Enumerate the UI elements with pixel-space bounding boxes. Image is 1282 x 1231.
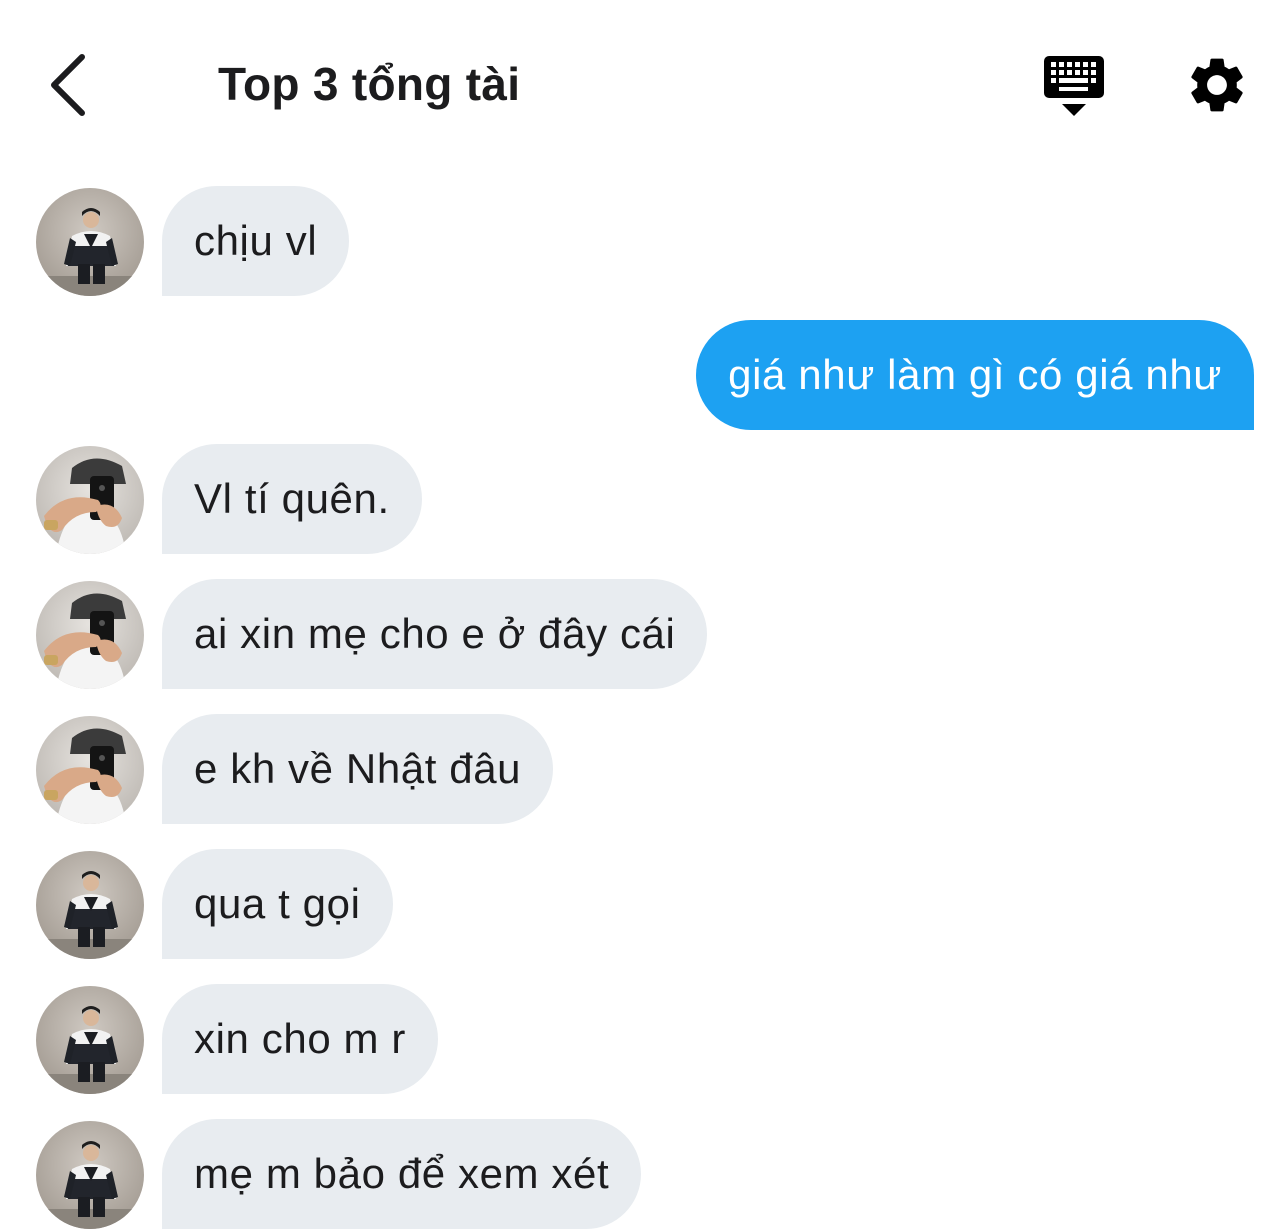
keyboard-toggle-button[interactable] [1038, 52, 1110, 120]
message-row: chịu vl [0, 186, 1282, 298]
back-button[interactable] [38, 50, 98, 120]
message-row: Vl tí quên. [0, 444, 1282, 556]
message-row: ai xin mẹ cho e ở đây cái [0, 579, 1282, 691]
avatar[interactable] [36, 188, 144, 296]
page-title: Top 3 tổng tài [218, 58, 521, 110]
gear-icon [1191, 58, 1243, 112]
message-bubble-outgoing[interactable]: giá như làm gì có giá như [696, 320, 1254, 430]
keyboard-hide-icon [1044, 56, 1104, 116]
message-bubble-incoming[interactable]: xin cho m r [162, 984, 438, 1094]
message-row: giá như làm gì có giá như [0, 320, 1282, 432]
message-row: xin cho m r [0, 984, 1282, 1096]
chevron-left-icon [51, 54, 85, 116]
avatar[interactable] [36, 446, 144, 554]
message-bubble-incoming[interactable]: Vl tí quên. [162, 444, 422, 554]
message-bubble-incoming[interactable]: ai xin mẹ cho e ở đây cái [162, 579, 708, 689]
avatar[interactable] [36, 581, 144, 689]
message-bubble-incoming[interactable]: e kh về Nhật đâu [162, 714, 554, 824]
chat-header: Top 3 tổng tài [0, 0, 1282, 165]
message-row: qua t gọi [0, 849, 1282, 961]
message-row: e kh về Nhật đâu [0, 714, 1282, 826]
avatar[interactable] [36, 851, 144, 959]
settings-button[interactable] [1184, 52, 1250, 118]
avatar[interactable] [36, 1121, 144, 1229]
message-bubble-incoming[interactable]: mẹ m bảo để xem xét [162, 1119, 642, 1229]
avatar[interactable] [36, 986, 144, 1094]
message-bubble-incoming[interactable]: chịu vl [162, 186, 350, 296]
message-bubble-incoming[interactable]: qua t gọi [162, 849, 393, 959]
message-row: mẹ m bảo để xem xét [0, 1119, 1282, 1231]
avatar[interactable] [36, 716, 144, 824]
